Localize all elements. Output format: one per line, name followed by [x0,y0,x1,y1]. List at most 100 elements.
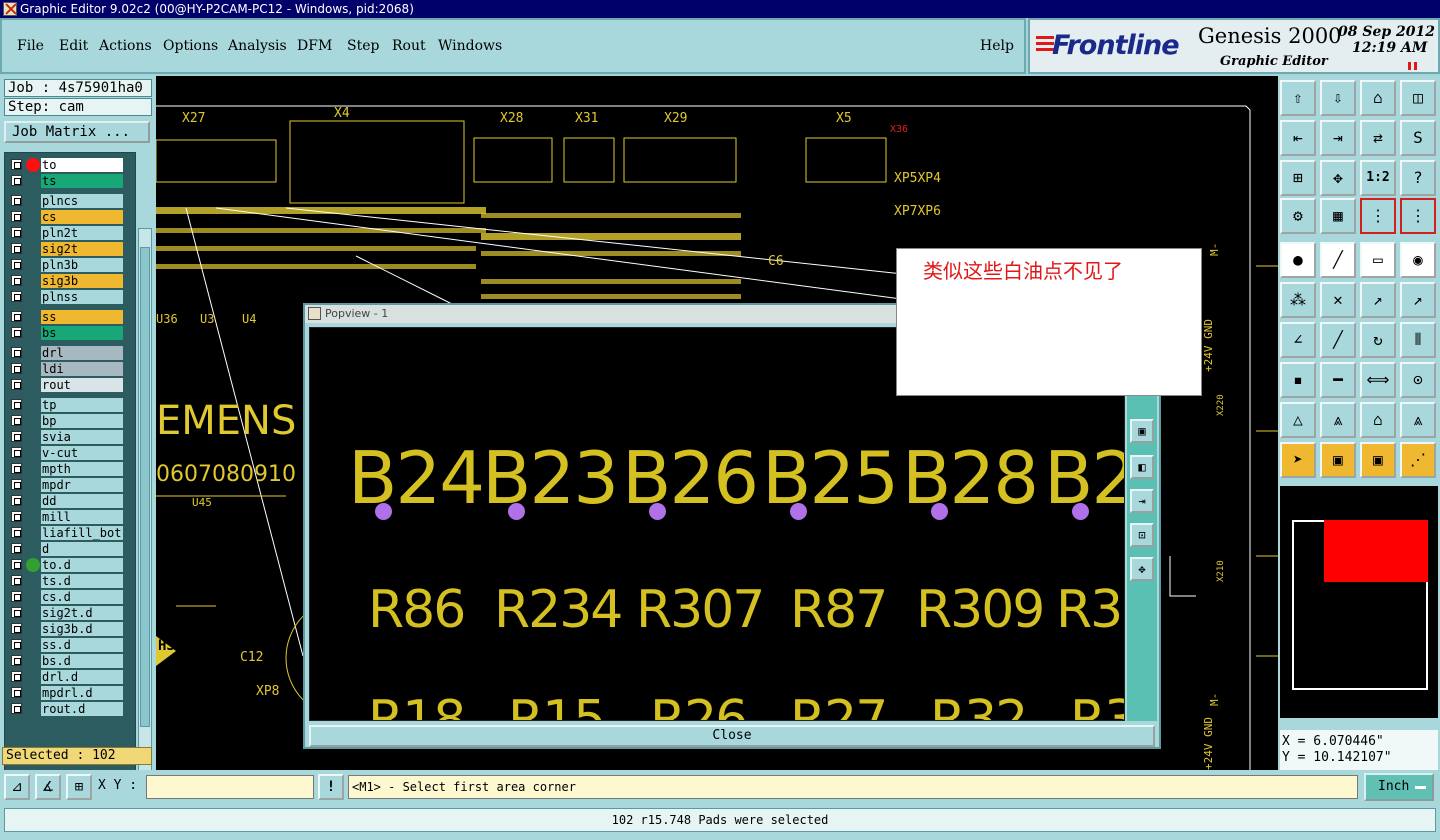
pad-add-icon[interactable]: ● [1280,242,1316,278]
line-add-icon[interactable]: ╱ [1320,242,1356,278]
layer-row[interactable]: plnss [5,289,135,305]
layer-row[interactable]: v-cut [5,445,135,461]
layer-checkbox[interactable] [11,559,22,570]
layer-checkbox[interactable] [11,655,22,666]
slash-icon[interactable]: ╱ [1320,322,1356,358]
pan-left-icon[interactable]: ⇤ [1280,120,1316,156]
snap-grid-icon[interactable]: ⊿ [4,774,30,800]
layer-row[interactable]: cs [5,209,135,225]
layer-row[interactable]: dd [5,493,135,509]
arch-icon[interactable]: ⌂ [1360,402,1396,438]
layer-checkbox[interactable] [11,259,22,270]
layer-name[interactable]: ldi [41,362,123,376]
layer-checkbox[interactable] [11,311,22,322]
layer-checkbox[interactable] [11,687,22,698]
layer-checkbox[interactable] [11,639,22,650]
measure-icon[interactable]: ⟺ [1360,362,1396,398]
layer-checkbox[interactable] [11,175,22,186]
unit-select[interactable]: Inch [1364,773,1434,801]
layer-checkbox[interactable] [11,291,22,302]
layer-row[interactable]: rout [5,377,135,393]
job-matrix-button[interactable]: Job Matrix ... [4,121,150,143]
layer-checkbox[interactable] [11,511,22,522]
layer-row[interactable]: tp [5,397,135,413]
exclamation-icon[interactable]: ! [318,774,344,800]
home-icon[interactable]: ⌂ [1360,80,1396,116]
resize-icon[interactable]: ━ [1320,362,1356,398]
zoom-in-icon[interactable]: ▣ [1130,419,1154,443]
layer-row[interactable]: sig2t.d [5,605,135,621]
layer-name[interactable]: cs [41,210,123,224]
layer-checkbox[interactable] [11,479,22,490]
angle-snap-icon[interactable]: ∡ [35,774,61,800]
center-icon[interactable]: ✥ [1130,557,1154,581]
layer-name[interactable]: sig2t.d [41,606,123,620]
center-snap-icon[interactable]: ⊞ [66,774,92,800]
layer-name[interactable]: rout [41,378,123,392]
attach-icon[interactable]: ⊙ [1400,362,1436,398]
layer-row[interactable]: ss.d [5,637,135,653]
layer-name[interactable]: dd [41,494,123,508]
layer-row[interactable]: pln2t [5,225,135,241]
layer-checkbox[interactable] [11,275,22,286]
overview-viewport[interactable] [1324,520,1428,582]
layer-checkbox[interactable] [11,575,22,586]
layer-checkbox[interactable] [11,447,22,458]
layer-name[interactable]: drl.d [41,670,123,684]
layer-row[interactable]: d [5,541,135,557]
surface-icon[interactable]: ◉ [1400,242,1436,278]
pan-icon[interactable]: ⇥ [1130,489,1154,513]
layer-name[interactable]: cs.d [41,590,123,604]
layer-name[interactable]: plnss [41,290,123,304]
layer-checkbox[interactable] [11,159,22,170]
pause-icon[interactable] [1408,62,1417,70]
layer-name[interactable]: pln3b [41,258,123,272]
layer-checkbox[interactable] [11,379,22,390]
layer-row[interactable]: bs [5,325,135,341]
layer-name[interactable]: bs.d [41,654,123,668]
layer-name[interactable]: rout.d [41,702,123,716]
layer-name[interactable]: sig2t [41,242,123,256]
layer-row[interactable]: cs.d [5,589,135,605]
zoom-home-icon[interactable]: ⇧ [1280,80,1316,116]
layer-row[interactable]: pln3b [5,257,135,273]
layer-name[interactable]: ss.d [41,638,123,652]
layer-checkbox[interactable] [11,607,22,618]
fit-icon[interactable]: ⊡ [1130,523,1154,547]
select-box-icon[interactable]: ▣ [1320,442,1356,478]
layer-name[interactable]: to [41,158,123,172]
layer-name[interactable]: tp [41,398,123,412]
layer-name[interactable]: bs [41,326,123,340]
layer-name[interactable]: v-cut [41,446,123,460]
layer-name[interactable]: bp [41,414,123,428]
app-x-icon[interactable] [3,2,17,16]
layer-name[interactable]: ss [41,310,123,324]
layer-row[interactable]: ts [5,173,135,189]
layer-checkbox[interactable] [11,363,22,374]
layer-name[interactable]: d [41,542,123,556]
layer-name[interactable]: sig3b [41,274,123,288]
layer-checkbox[interactable] [11,347,22,358]
layer-row[interactable]: ldi [5,361,135,377]
layer-checkbox[interactable] [11,211,22,222]
window-split-icon[interactable]: ◫ [1400,80,1436,116]
select-net-icon[interactable]: ⋰ [1400,442,1436,478]
layer-name[interactable]: liafill_bot [41,526,123,540]
layer-row[interactable]: liafill_bot [5,525,135,541]
layer-name[interactable]: ts.d [41,574,123,588]
layer-checkbox[interactable] [11,543,22,554]
move-icon[interactable]: ↗ [1360,282,1396,318]
angle-icon[interactable]: ∠ [1280,322,1316,358]
close-button[interactable]: Close [309,725,1155,747]
layer-name[interactable]: plncs [41,194,123,208]
scale-icon[interactable]: 1:2 [1360,160,1396,196]
layer-checkbox[interactable] [11,243,22,254]
menu-help[interactable]: Help [980,38,1014,54]
arch-cut-icon[interactable]: ⩓ [1400,402,1436,438]
copy-icon[interactable]: ↗ [1400,282,1436,318]
layer-row[interactable]: mpdr [5,477,135,493]
select-area-icon[interactable]: ▣ [1360,442,1396,478]
menu-actions[interactable]: Actions [99,38,152,54]
layer-checkbox[interactable] [11,623,22,634]
redraw-icon[interactable]: S [1400,120,1436,156]
